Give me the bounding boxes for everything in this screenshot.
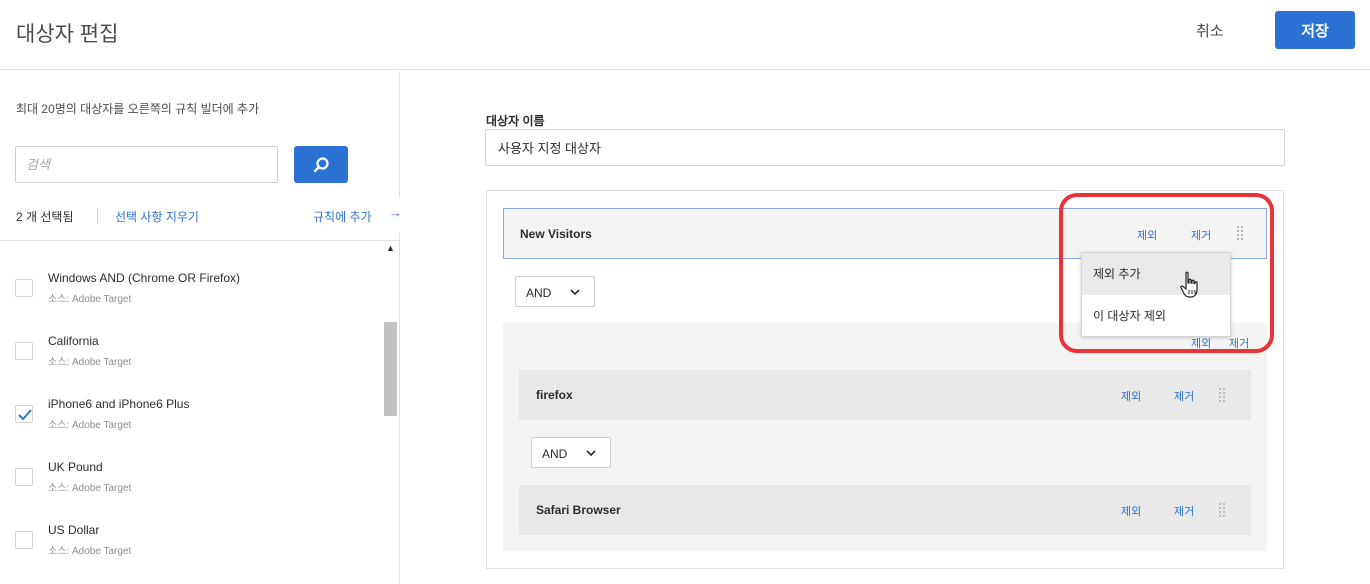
hand-cursor-icon (1180, 271, 1198, 298)
drag-handle-icon[interactable] (1219, 388, 1225, 402)
drag-handle-icon[interactable] (1219, 503, 1225, 517)
item-name: California (48, 334, 99, 348)
page-title: 대상자 편집 (16, 23, 119, 46)
checkmark-icon (18, 409, 32, 421)
rule-card-safari-browser[interactable]: Safari Browser 제외 제거 (519, 485, 1251, 535)
list-item[interactable]: US Dollar 소스: Adobe Target (0, 508, 382, 571)
remove-link[interactable]: 제거 (1174, 388, 1194, 404)
scrollbar-thumb[interactable] (384, 322, 397, 416)
operator-select[interactable]: AND (531, 437, 611, 468)
item-source: 소스: Adobe Target (48, 546, 132, 557)
item-source: 소스: Adobe Target (48, 420, 132, 431)
arrow-right-icon[interactable]: → (389, 205, 402, 220)
divider (0, 240, 400, 241)
item-source: 소스: Adobe Target (48, 357, 132, 368)
search-icon (313, 156, 329, 172)
rule-card-firefox[interactable]: firefox 제외 제거 (519, 370, 1251, 420)
card-title: New Visitors (520, 227, 592, 241)
checkbox-checked[interactable] (15, 405, 33, 423)
divider (97, 208, 98, 224)
checkbox[interactable] (15, 468, 33, 486)
exclude-link[interactable]: 제외 (1121, 503, 1141, 519)
list-item[interactable]: Windows AND (Chrome OR Firefox) 소스: Adob… (0, 256, 382, 319)
remove-link[interactable]: 제거 (1174, 503, 1194, 519)
item-source: 소스: Adobe Target (48, 294, 132, 305)
chevron-down-icon (570, 289, 580, 296)
checkbox[interactable] (15, 279, 33, 297)
clear-selection-link[interactable]: 선택 사항 지우기 (115, 208, 199, 225)
operator-value: AND (542, 447, 568, 461)
checkbox[interactable] (15, 342, 33, 360)
add-to-rule-link[interactable]: 규칙에 추가 (313, 208, 372, 225)
scroll-up-icon[interactable]: ▲ (386, 243, 395, 253)
highlight-annotation (1059, 193, 1274, 353)
checkbox[interactable] (15, 531, 33, 549)
item-name: US Dollar (48, 523, 100, 537)
operator-value: AND (526, 286, 552, 300)
item-name: Windows AND (Chrome OR Firefox) (48, 271, 241, 285)
item-name: iPhone6 and iPhone6 Plus (48, 397, 190, 411)
list-item[interactable]: California 소스: Adobe Target (0, 319, 382, 382)
list-item[interactable]: UK Pound 소스: Adobe Target (0, 445, 382, 508)
search-button[interactable] (294, 146, 348, 183)
item-source: 소스: Adobe Target (48, 483, 132, 494)
search-input[interactable] (15, 146, 278, 183)
audience-list-panel: 최대 20명의 대상자를 오른쪽의 규칙 빌더에 추가 2 개 선택됨 선택 사… (0, 71, 411, 584)
list-item[interactable]: iPhone6 and iPhone6 Plus 소스: Adobe Targe… (0, 382, 382, 445)
chevron-down-icon (586, 450, 596, 457)
exclude-link[interactable]: 제외 (1121, 388, 1141, 404)
operator-select[interactable]: AND (515, 276, 595, 307)
card-title: firefox (536, 388, 573, 402)
card-title: Safari Browser (536, 503, 621, 517)
header: 대상자 편집 취소 저장 (0, 0, 1370, 70)
audience-name-input[interactable] (485, 129, 1285, 166)
item-name: UK Pound (48, 460, 103, 474)
audience-name-label: 대상자 이름 (486, 114, 545, 128)
instructions-text: 최대 20명의 대상자를 오른쪽의 규칙 빌더에 추가 (16, 102, 260, 116)
cancel-button[interactable]: 취소 (1196, 18, 1224, 42)
save-button[interactable]: 저장 (1275, 11, 1355, 49)
selected-count: 2 개 선택됨 (16, 210, 74, 224)
